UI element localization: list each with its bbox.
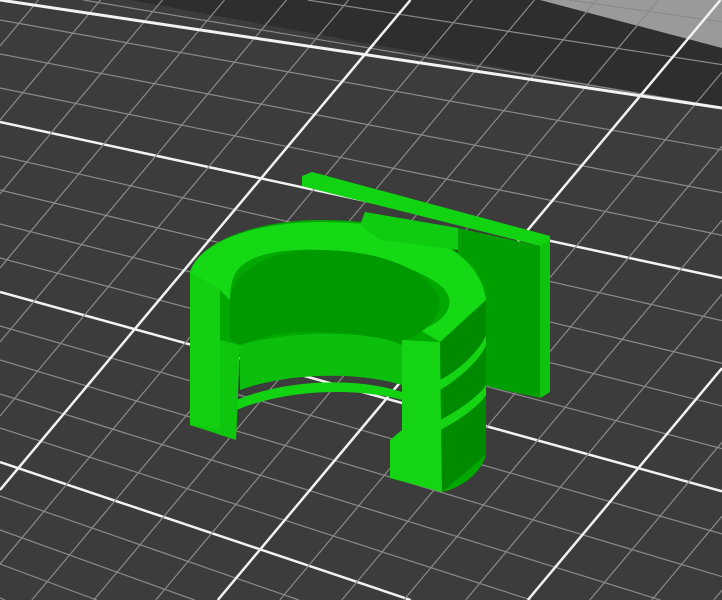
scene[interactable] (0, 0, 722, 600)
ring-left-wall (190, 272, 220, 430)
3d-viewport[interactable] (0, 0, 722, 600)
back-plate-side (540, 240, 550, 398)
